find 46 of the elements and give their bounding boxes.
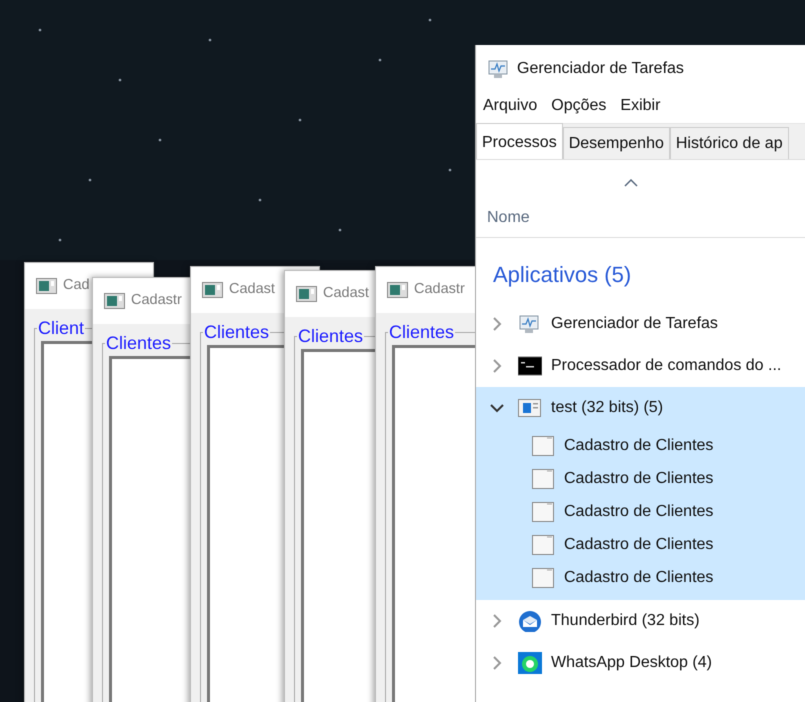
window-title: Cadast [323,284,369,304]
selected-row-highlight[interactable]: test (32 bits) (5) Cadastro de Clientes Cadastro de Clientes Cadastro de Clientes Cadastro de Clientes Cadastro de Clientes [476,387,805,600]
tab[interactable]: Desempenho [562,127,670,159]
window-title: Gerenciador de Tarefas [517,58,684,78]
window-name[interactable]: Cadastro de Clientes [564,566,714,590]
process-name[interactable]: Thunderbird (32 bits) [551,609,700,633]
menu-item[interactable]: Opções [551,94,606,118]
window-icon [532,436,554,456]
expand-chevron-icon[interactable] [492,656,502,670]
window-icon [296,286,317,302]
process-name[interactable]: test (32 bits) (5) [551,396,664,420]
window-icon [387,282,408,298]
window-icon [532,534,554,554]
window-name[interactable]: Cadastro de Clientes [564,532,714,556]
expand-chevron-icon[interactable] [492,317,502,331]
window-title: Cadast [229,280,275,300]
app-window-icon [518,397,542,419]
window-icon [532,502,554,522]
tab[interactable]: Processos [476,123,563,159]
menu-item[interactable]: Exibir [620,94,660,118]
window-title: Cadastr [414,280,465,300]
console-icon [518,355,542,377]
group-heading: Aplicativos (5) [492,261,632,289]
process-name[interactable]: WhatsApp Desktop (4) [551,651,712,675]
window-title: Cadastr [131,291,182,310]
collapse-chevron-icon[interactable] [490,404,504,412]
sort-caret-icon [624,179,638,187]
process-name[interactable]: Gerenciador de Tarefas [551,312,718,336]
window-icon [532,568,554,588]
window-icon [202,282,223,298]
chat-app-icon [518,652,542,674]
window-icon [104,293,125,309]
window-name[interactable]: Cadastro de Clientes [564,500,714,524]
expand-chevron-icon[interactable] [492,614,502,628]
column-header[interactable]: Nome [476,206,805,238]
task-manager-icon [487,58,509,79]
tab[interactable]: Histórico de ap [670,127,789,159]
window-icon [36,278,57,294]
expand-chevron-icon[interactable] [492,359,502,373]
mail-app-icon [518,610,542,632]
menu-item[interactable]: Arquivo [483,94,538,118]
window-title: Cad [63,276,90,296]
window-name[interactable]: Cadastro de Clientes [564,466,714,490]
process-name[interactable]: Processador de comandos do ... [551,354,782,378]
window-icon [532,468,554,488]
window-name[interactable]: Cadastro de Clientes [564,434,714,458]
